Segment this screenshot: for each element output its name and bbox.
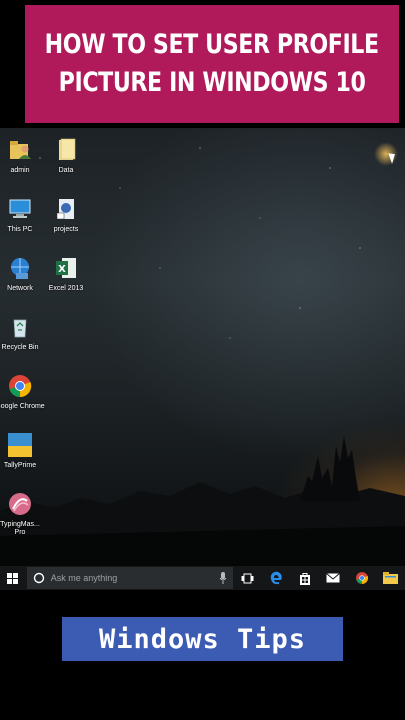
start-icon <box>7 572 19 584</box>
windows-tips-label: Windows Tips <box>98 623 307 655</box>
desktop-icon-data[interactable]: Data <box>41 136 91 175</box>
desktop-icon-chrome[interactable]: Google Chrome <box>0 372 45 411</box>
user-folder-icon <box>6 136 34 164</box>
edge-icon <box>270 571 282 585</box>
desktop-icon-this-pc[interactable]: This PC <box>0 195 45 234</box>
document-file-icon <box>52 195 80 223</box>
desktop-icon-label: Recycle Bin <box>1 344 39 351</box>
desktop-icon-admin[interactable]: admin <box>0 136 45 175</box>
title-banner: HOW TO SET USER PROFILE PICTURE IN WINDO… <box>25 5 399 123</box>
desktop-icon-label: admin <box>10 167 30 174</box>
chrome-icon <box>355 572 368 584</box>
search-icon <box>33 572 44 584</box>
edge-button[interactable] <box>261 566 290 590</box>
desktop-icon-network[interactable]: Network <box>0 254 45 293</box>
mail-button[interactable] <box>319 566 348 590</box>
cortana-search-box[interactable]: Ask me anything <box>26 567 233 589</box>
desktop-icon-recycle-bin[interactable]: Recycle Bin <box>0 313 45 352</box>
folder-icon <box>52 136 80 164</box>
task-view-icon <box>241 573 254 583</box>
desktop-icon-projects[interactable]: projects <box>41 195 91 234</box>
desktop-icon-label: Network <box>7 285 33 292</box>
store-button[interactable] <box>290 566 319 590</box>
chrome-icon <box>6 372 34 400</box>
start-button[interactable] <box>0 566 26 590</box>
network-icon <box>6 254 34 282</box>
title-line-2: PICTURE IN WINDOWS 10 <box>58 67 366 98</box>
title-line-1: HOW TO SET USER PROFILE <box>44 29 380 60</box>
desktop-icon-label: Google Chrome <box>0 403 45 410</box>
store-icon <box>299 572 310 585</box>
search-placeholder: Ask me anything <box>50 573 118 583</box>
desktop-icon-tallyprime[interactable]: TallyPrime <box>0 431 45 470</box>
chrome-taskbar-button[interactable] <box>348 566 377 590</box>
recycle-bin-icon <box>6 313 34 341</box>
desktop-icon-label: TypingMas... Pro <box>0 521 40 536</box>
file-explorer-button[interactable] <box>376 566 405 590</box>
wallpaper-mountains <box>0 436 405 566</box>
desktop-icon-typingmaster[interactable]: TypingMas... Pro <box>0 490 45 537</box>
microphone-icon[interactable] <box>219 572 227 584</box>
desktop-icon-excel[interactable]: X Excel 2013 <box>41 254 91 293</box>
tallyprime-icon <box>6 431 34 459</box>
windows-tips-banner: Windows Tips <box>62 617 343 661</box>
file-explorer-icon <box>383 572 399 584</box>
desktop-icon-label: Excel 2013 <box>48 285 84 292</box>
mail-icon <box>326 573 341 583</box>
task-view-button[interactable] <box>233 566 262 590</box>
svg-text:X: X <box>58 264 66 275</box>
desktop-icon-label: TallyPrime <box>3 462 37 469</box>
taskbar: Ask me anything <box>0 566 405 590</box>
desktop[interactable]: admin Data This PC projects Network X Ex… <box>0 128 405 566</box>
computer-icon <box>6 195 34 223</box>
excel-icon: X <box>52 254 80 282</box>
desktop-icon-label: This PC <box>7 226 33 233</box>
typingmaster-icon <box>6 490 34 518</box>
desktop-icon-label: projects <box>53 226 79 233</box>
desktop-icon-label: Data <box>58 167 74 174</box>
